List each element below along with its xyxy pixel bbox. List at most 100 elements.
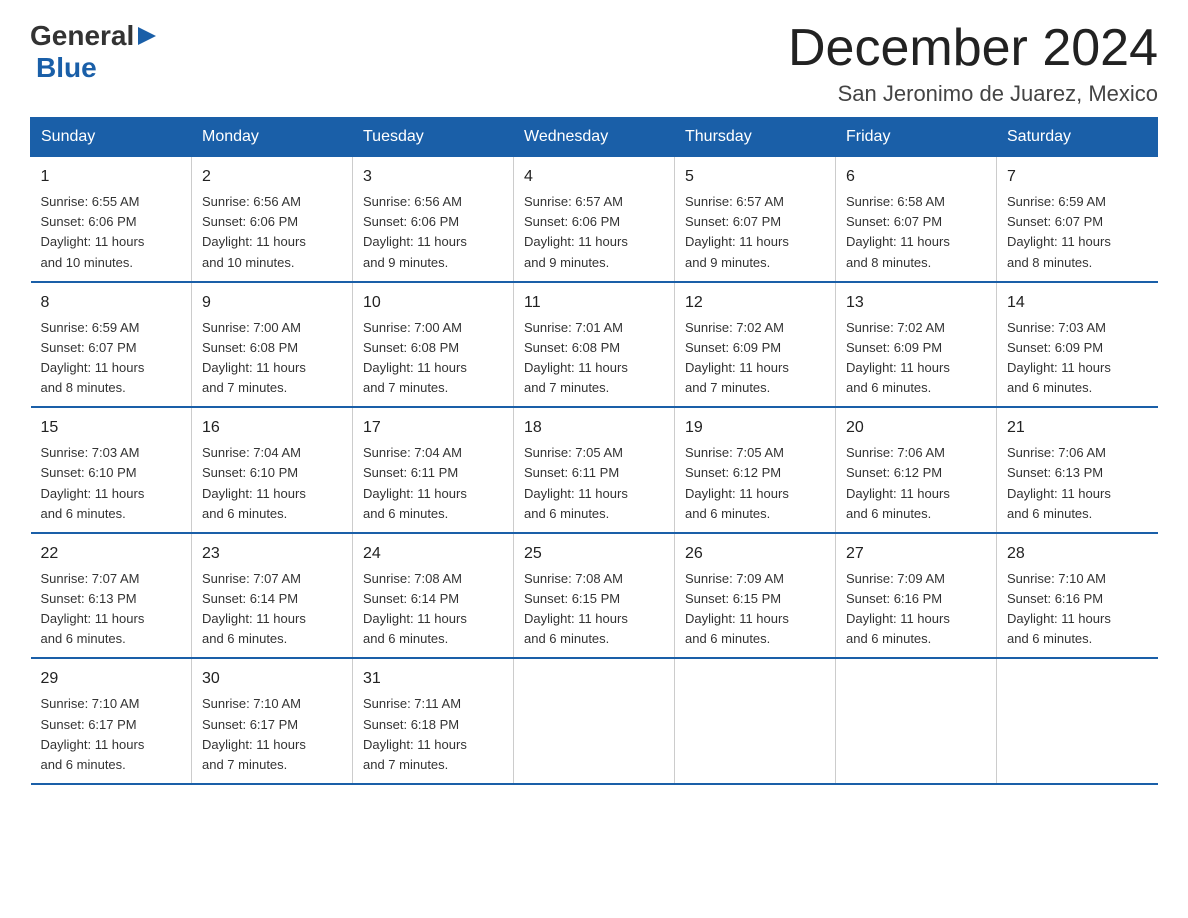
- calendar-cell: 25 Sunrise: 7:08 AMSunset: 6:15 PMDayligh…: [514, 533, 675, 659]
- calendar-header-row: SundayMondayTuesdayWednesdayThursdayFrid…: [31, 118, 1158, 157]
- day-info: Sunrise: 7:07 AMSunset: 6:13 PMDaylight:…: [41, 569, 182, 650]
- day-number: 28: [1007, 542, 1148, 566]
- day-number: 2: [202, 165, 342, 189]
- day-number: 24: [363, 542, 503, 566]
- day-info: Sunrise: 7:11 AMSunset: 6:18 PMDaylight:…: [363, 694, 503, 775]
- calendar-week-row: 8 Sunrise: 6:59 AMSunset: 6:07 PMDaylight…: [31, 282, 1158, 408]
- day-info: Sunrise: 7:03 AMSunset: 6:10 PMDaylight:…: [41, 443, 182, 524]
- calendar-cell: 2 Sunrise: 6:56 AMSunset: 6:06 PMDaylight…: [192, 157, 353, 282]
- calendar-cell: 17Sunrise: 7:04 AMSunset: 6:11 PMDayligh…: [353, 407, 514, 533]
- calendar-cell: 8 Sunrise: 6:59 AMSunset: 6:07 PMDaylight…: [31, 282, 192, 408]
- calendar-cell: 3 Sunrise: 6:56 AMSunset: 6:06 PMDaylight…: [353, 157, 514, 282]
- day-number: 5: [685, 165, 825, 189]
- logo: General Blue: [30, 20, 158, 84]
- day-info: Sunrise: 7:00 AMSunset: 6:08 PMDaylight:…: [363, 318, 503, 399]
- day-number: 17: [363, 416, 503, 440]
- day-info: Sunrise: 6:57 AMSunset: 6:06 PMDaylight:…: [524, 192, 664, 273]
- day-info: Sunrise: 7:02 AMSunset: 6:09 PMDaylight:…: [846, 318, 986, 399]
- calendar-cell: [675, 658, 836, 784]
- calendar-cell: 22 Sunrise: 7:07 AMSunset: 6:13 PMDayligh…: [31, 533, 192, 659]
- day-number: 8: [41, 291, 182, 315]
- day-info: Sunrise: 7:06 AMSunset: 6:12 PMDaylight:…: [846, 443, 986, 524]
- day-number: 20: [846, 416, 986, 440]
- calendar-cell: 24 Sunrise: 7:08 AMSunset: 6:14 PMDayligh…: [353, 533, 514, 659]
- day-number: 15: [41, 416, 182, 440]
- logo-arrow-icon: [136, 25, 158, 47]
- day-number: 13: [846, 291, 986, 315]
- day-number: 25: [524, 542, 664, 566]
- calendar-week-row: 22 Sunrise: 7:07 AMSunset: 6:13 PMDayligh…: [31, 533, 1158, 659]
- calendar-week-row: 29Sunrise: 7:10 AMSunset: 6:17 PMDayligh…: [31, 658, 1158, 784]
- day-info: Sunrise: 7:10 AMSunset: 6:17 PMDaylight:…: [202, 694, 342, 775]
- calendar-week-row: 1Sunrise: 6:55 AMSunset: 6:06 PMDaylight…: [31, 157, 1158, 282]
- calendar-cell: 1Sunrise: 6:55 AMSunset: 6:06 PMDaylight…: [31, 157, 192, 282]
- calendar-week-row: 15 Sunrise: 7:03 AMSunset: 6:10 PMDayligh…: [31, 407, 1158, 533]
- day-info: Sunrise: 7:08 AMSunset: 6:14 PMDaylight:…: [363, 569, 503, 650]
- day-number: 18: [524, 416, 664, 440]
- day-number: 3: [363, 165, 503, 189]
- day-number: 16: [202, 416, 342, 440]
- calendar-cell: 14 Sunrise: 7:03 AMSunset: 6:09 PMDayligh…: [997, 282, 1158, 408]
- day-of-week-header: Monday: [192, 118, 353, 157]
- day-of-week-header: Sunday: [31, 118, 192, 157]
- day-info: Sunrise: 6:59 AMSunset: 6:07 PMDaylight:…: [1007, 192, 1148, 273]
- day-info: Sunrise: 7:05 AMSunset: 6:11 PMDaylight:…: [524, 443, 664, 524]
- day-info: Sunrise: 7:02 AMSunset: 6:09 PMDaylight:…: [685, 318, 825, 399]
- day-info: Sunrise: 7:05 AMSunset: 6:12 PMDaylight:…: [685, 443, 825, 524]
- day-number: 9: [202, 291, 342, 315]
- calendar-cell: 18 Sunrise: 7:05 AMSunset: 6:11 PMDayligh…: [514, 407, 675, 533]
- day-number: 23: [202, 542, 342, 566]
- day-info: Sunrise: 6:57 AMSunset: 6:07 PMDaylight:…: [685, 192, 825, 273]
- calendar-cell: 28 Sunrise: 7:10 AMSunset: 6:16 PMDayligh…: [997, 533, 1158, 659]
- day-number: 26: [685, 542, 825, 566]
- day-info: Sunrise: 7:07 AMSunset: 6:14 PMDaylight:…: [202, 569, 342, 650]
- day-number: 14: [1007, 291, 1148, 315]
- day-number: 10: [363, 291, 503, 315]
- day-info: Sunrise: 6:59 AMSunset: 6:07 PMDaylight:…: [41, 318, 182, 399]
- calendar-cell: [997, 658, 1158, 784]
- day-number: 12: [685, 291, 825, 315]
- day-info: Sunrise: 7:10 AMSunset: 6:17 PMDaylight:…: [41, 694, 182, 775]
- day-info: Sunrise: 7:08 AMSunset: 6:15 PMDaylight:…: [524, 569, 664, 650]
- calendar-cell: [514, 658, 675, 784]
- calendar-cell: 6Sunrise: 6:58 AMSunset: 6:07 PMDaylight…: [836, 157, 997, 282]
- day-info: Sunrise: 7:06 AMSunset: 6:13 PMDaylight:…: [1007, 443, 1148, 524]
- calendar-cell: 21Sunrise: 7:06 AMSunset: 6:13 PMDayligh…: [997, 407, 1158, 533]
- calendar-cell: [836, 658, 997, 784]
- logo-general-text: General: [30, 20, 134, 52]
- day-number: 22: [41, 542, 182, 566]
- day-number: 30: [202, 667, 342, 691]
- page-header: General Blue December 2024 San Jeronimo …: [30, 20, 1158, 107]
- day-number: 1: [41, 165, 182, 189]
- calendar-cell: 11Sunrise: 7:01 AMSunset: 6:08 PMDayligh…: [514, 282, 675, 408]
- day-of-week-header: Wednesday: [514, 118, 675, 157]
- calendar-cell: 4Sunrise: 6:57 AMSunset: 6:06 PMDaylight…: [514, 157, 675, 282]
- calendar-cell: 19Sunrise: 7:05 AMSunset: 6:12 PMDayligh…: [675, 407, 836, 533]
- day-info: Sunrise: 7:03 AMSunset: 6:09 PMDaylight:…: [1007, 318, 1148, 399]
- location-subtitle: San Jeronimo de Juarez, Mexico: [788, 81, 1158, 107]
- calendar-cell: 5 Sunrise: 6:57 AMSunset: 6:07 PMDaylight…: [675, 157, 836, 282]
- day-info: Sunrise: 7:09 AMSunset: 6:15 PMDaylight:…: [685, 569, 825, 650]
- calendar-cell: 16 Sunrise: 7:04 AMSunset: 6:10 PMDayligh…: [192, 407, 353, 533]
- day-info: Sunrise: 7:04 AMSunset: 6:10 PMDaylight:…: [202, 443, 342, 524]
- calendar-cell: 13 Sunrise: 7:02 AMSunset: 6:09 PMDayligh…: [836, 282, 997, 408]
- day-of-week-header: Tuesday: [353, 118, 514, 157]
- day-number: 7: [1007, 165, 1148, 189]
- calendar-cell: 15 Sunrise: 7:03 AMSunset: 6:10 PMDayligh…: [31, 407, 192, 533]
- calendar-cell: 31Sunrise: 7:11 AMSunset: 6:18 PMDayligh…: [353, 658, 514, 784]
- day-of-week-header: Friday: [836, 118, 997, 157]
- day-info: Sunrise: 7:00 AMSunset: 6:08 PMDaylight:…: [202, 318, 342, 399]
- day-of-week-header: Saturday: [997, 118, 1158, 157]
- calendar-cell: 20 Sunrise: 7:06 AMSunset: 6:12 PMDayligh…: [836, 407, 997, 533]
- day-info: Sunrise: 6:56 AMSunset: 6:06 PMDaylight:…: [202, 192, 342, 273]
- calendar-cell: 12 Sunrise: 7:02 AMSunset: 6:09 PMDayligh…: [675, 282, 836, 408]
- day-info: Sunrise: 7:10 AMSunset: 6:16 PMDaylight:…: [1007, 569, 1148, 650]
- day-info: Sunrise: 6:56 AMSunset: 6:06 PMDaylight:…: [363, 192, 503, 273]
- calendar-cell: 30 Sunrise: 7:10 AMSunset: 6:17 PMDayligh…: [192, 658, 353, 784]
- calendar-cell: 9 Sunrise: 7:00 AMSunset: 6:08 PMDaylight…: [192, 282, 353, 408]
- calendar-cell: 23 Sunrise: 7:07 AMSunset: 6:14 PMDayligh…: [192, 533, 353, 659]
- day-number: 6: [846, 165, 986, 189]
- logo-blue-text: Blue: [36, 52, 97, 83]
- calendar-cell: 7 Sunrise: 6:59 AMSunset: 6:07 PMDaylight…: [997, 157, 1158, 282]
- calendar-cell: 27Sunrise: 7:09 AMSunset: 6:16 PMDayligh…: [836, 533, 997, 659]
